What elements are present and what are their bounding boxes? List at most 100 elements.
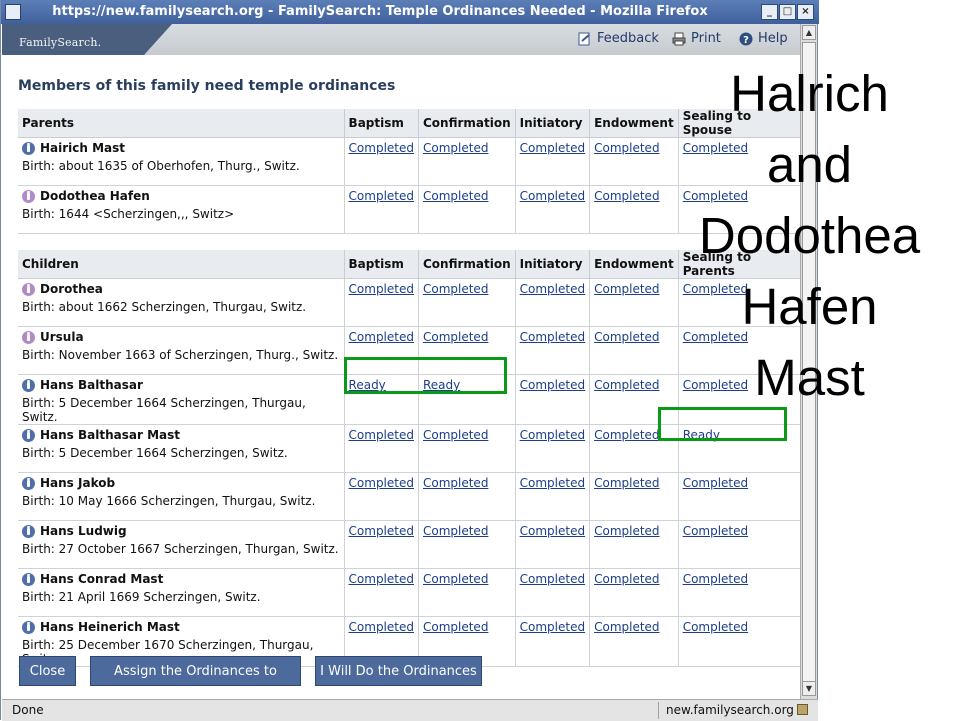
annotation-line: Halrich — [730, 65, 889, 122]
completed-status-link[interactable]: Completed — [520, 428, 585, 442]
maximize-button[interactable]: □ — [779, 4, 796, 20]
person-name: Hans Jakob — [40, 476, 116, 490]
endowment-cell: Completed — [589, 137, 679, 186]
completed-status-link[interactable]: Completed — [349, 524, 414, 538]
completed-status-link[interactable]: Completed — [520, 189, 585, 203]
completed-status-link[interactable]: Completed — [683, 572, 748, 586]
completed-status-link[interactable]: Completed — [520, 378, 585, 392]
column-header: Baptism — [343, 109, 419, 138]
do-ordinances-button[interactable]: I Will Do the Ordinances — [315, 656, 482, 686]
completed-status-link[interactable]: Completed — [520, 141, 585, 155]
column-header: Endowment — [589, 109, 679, 138]
completed-status-link[interactable]: Completed — [594, 620, 659, 634]
completed-status-link[interactable]: Completed — [349, 428, 414, 442]
completed-status-link[interactable]: Completed — [594, 572, 659, 586]
confirmation-cell: Completed — [417, 278, 516, 327]
male-person-icon — [22, 428, 35, 442]
person-name-row: Hans Balthasar — [22, 378, 340, 392]
male-person-icon — [22, 524, 35, 538]
minimize-button[interactable]: _ — [761, 4, 778, 20]
site-header: FamilySearch. Feedback Print ? Help — [2, 24, 800, 56]
completed-status-link[interactable]: Completed — [594, 282, 659, 296]
birth-info: Birth: 21 April 1669 Scherzingen, Switz. — [22, 590, 261, 604]
initiatory-cell: Completed — [514, 137, 590, 186]
completed-status-link[interactable]: Completed — [520, 524, 585, 538]
endowment-cell: Completed — [589, 616, 679, 667]
person-name: Hans Heinerich Mast — [40, 620, 180, 634]
completed-status-link[interactable]: Completed — [423, 524, 488, 538]
completed-status-link[interactable]: Completed — [349, 620, 414, 634]
print-link[interactable]: Print — [672, 31, 721, 46]
male-person-icon — [22, 476, 35, 490]
person-name-row: Hairich Mast — [22, 141, 340, 155]
completed-status-link[interactable]: Completed — [349, 189, 414, 203]
logo-banner: FamilySearch. — [2, 24, 172, 55]
ready-highlight-box — [344, 357, 507, 394]
completed-status-link[interactable]: Completed — [594, 141, 659, 155]
person-name: Hans Balthasar Mast — [40, 428, 180, 442]
completed-status-link[interactable]: Completed — [423, 330, 488, 344]
printer-icon — [672, 32, 686, 45]
column-header: Endowment — [589, 250, 679, 279]
completed-status-link[interactable]: Completed — [520, 620, 585, 634]
familysearch-logo[interactable]: FamilySearch. — [19, 36, 101, 49]
person-name-row: Ursula — [22, 330, 340, 344]
close-button[interactable]: Close — [19, 656, 76, 686]
completed-status-link[interactable]: Completed — [349, 282, 414, 296]
column-header: Initiatory — [514, 109, 590, 138]
initiatory-cell: Completed — [514, 185, 590, 234]
endowment-cell: Completed — [589, 472, 679, 521]
completed-status-link[interactable]: Completed — [683, 476, 748, 490]
assign-ordinances-button[interactable]: Assign the Ordinances to Others — [90, 656, 301, 709]
help-link[interactable]: ? Help — [739, 31, 788, 46]
completed-status-link[interactable]: Completed — [594, 189, 659, 203]
completed-status-link[interactable]: Completed — [423, 572, 488, 586]
completed-status-link[interactable]: Completed — [520, 282, 585, 296]
scroll-up-arrow[interactable]: ▲ — [802, 25, 816, 40]
person-name: Hans Balthasar — [40, 378, 143, 392]
completed-status-link[interactable]: Completed — [520, 330, 585, 344]
completed-status-link[interactable]: Completed — [349, 476, 414, 490]
person-name-row: Hans Conrad Mast — [22, 572, 340, 586]
scroll-down-arrow[interactable]: ▼ — [802, 681, 816, 696]
initiatory-cell: Completed — [514, 278, 590, 327]
completed-status-link[interactable]: Completed — [594, 378, 659, 392]
completed-status-link[interactable]: Completed — [423, 189, 488, 203]
completed-status-link[interactable]: Completed — [594, 330, 659, 344]
completed-status-link[interactable]: Completed — [423, 282, 488, 296]
initiatory-cell: Completed — [514, 374, 590, 425]
female-person-icon — [22, 189, 35, 203]
completed-status-link[interactable]: Completed — [520, 572, 585, 586]
help-label: Help — [758, 31, 788, 46]
initiatory-cell: Completed — [514, 326, 590, 375]
person-name-row: Hans Heinerich Mast — [22, 620, 340, 634]
completed-status-link[interactable]: Completed — [594, 476, 659, 490]
completed-status-link[interactable]: Completed — [423, 476, 488, 490]
completed-status-link[interactable]: Completed — [423, 141, 488, 155]
person-name-row: Dodothea Hafen — [22, 189, 340, 203]
endowment-cell: Completed — [589, 520, 679, 569]
completed-status-link[interactable]: Completed — [423, 428, 488, 442]
title-bar[interactable]: https://new.familysearch.org - FamilySea… — [1, 0, 819, 24]
birth-info: Birth: 1644 <Scherzingen,,, Switz> — [22, 207, 235, 221]
completed-status-link[interactable]: Completed — [520, 476, 585, 490]
annotation-line: Dodothea — [698, 207, 921, 264]
completed-status-link[interactable]: Completed — [423, 620, 488, 634]
feedback-link[interactable]: Feedback — [578, 31, 659, 46]
completed-status-link[interactable]: Completed — [683, 524, 748, 538]
completed-status-link[interactable]: Completed — [349, 572, 414, 586]
person-cell: Dorothea Birth: about 1662 Scherzingen, T… — [18, 278, 345, 327]
person-cell: Ursula Birth: November 1663 of Scherzinge… — [18, 326, 345, 375]
completed-status-link[interactable]: Completed — [594, 428, 659, 442]
completed-status-link[interactable]: Completed — [349, 330, 414, 344]
baptism-cell: Completed — [343, 568, 419, 617]
help-icon: ? — [739, 32, 753, 46]
completed-status-link[interactable]: Completed — [594, 524, 659, 538]
close-window-button[interactable]: × — [797, 4, 814, 20]
status-divider — [658, 702, 659, 719]
initiatory-cell: Completed — [514, 568, 590, 617]
completed-status-link[interactable]: Completed — [349, 141, 414, 155]
male-person-icon — [22, 141, 35, 155]
completed-status-link[interactable]: Completed — [683, 620, 748, 634]
endowment-cell: Completed — [589, 326, 679, 375]
